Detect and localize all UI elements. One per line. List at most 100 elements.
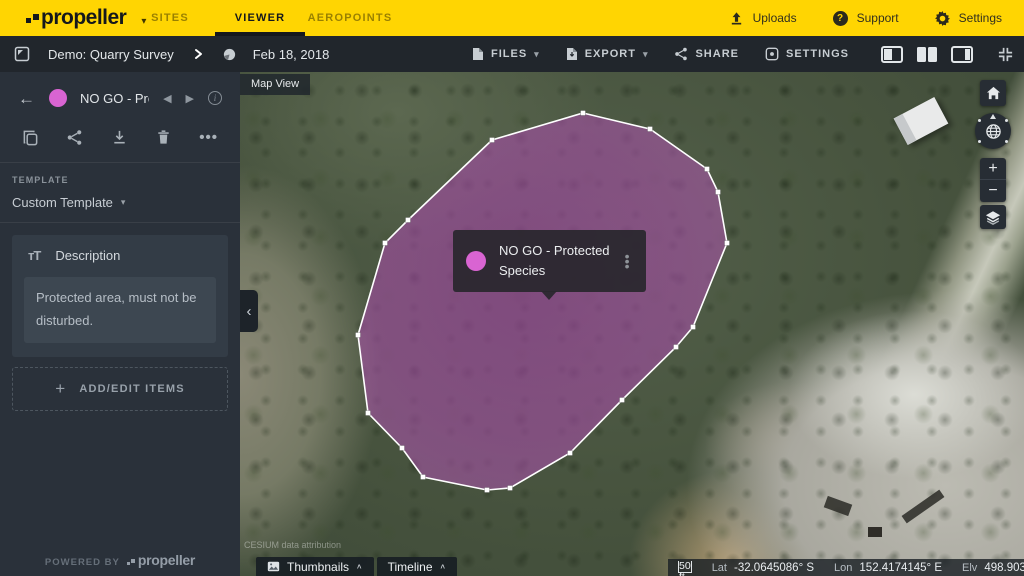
map-canvas[interactable]: Map View ‹ NO GO - Protected Species •••… bbox=[240, 72, 1024, 576]
settings-button[interactable]: Settings bbox=[935, 11, 1002, 26]
aerial-machinery bbox=[902, 490, 945, 524]
gear-icon bbox=[935, 11, 950, 26]
home-icon bbox=[986, 86, 1001, 100]
chevron-down-icon: ▾ bbox=[643, 49, 649, 60]
layout-split-icon[interactable] bbox=[916, 46, 938, 63]
map-controls: + − bbox=[976, 80, 1010, 229]
text-field-icon: тT bbox=[28, 248, 40, 263]
elv-label: Elv bbox=[962, 562, 977, 574]
lat-label: Lat bbox=[712, 562, 727, 574]
plus-icon: + bbox=[55, 379, 66, 399]
viewer-settings-label: SETTINGS bbox=[786, 48, 849, 60]
north-indicator bbox=[990, 114, 996, 119]
download-icon[interactable] bbox=[111, 129, 128, 146]
thumbnails-tab[interactable]: Thumbnails ∧ bbox=[256, 557, 374, 576]
map-view-tag: Map View bbox=[240, 74, 310, 95]
export-label: EXPORT bbox=[585, 48, 636, 60]
powered-by-brand: propeller bbox=[138, 552, 195, 568]
chevron-down-icon: ▾ bbox=[534, 49, 540, 60]
uploads-button[interactable]: Uploads bbox=[729, 11, 797, 26]
support-button[interactable]: ? Support bbox=[833, 11, 899, 26]
timeline-tab[interactable]: Timeline ∧ bbox=[377, 557, 458, 576]
export-button[interactable]: EXPORT ▾ bbox=[566, 47, 649, 61]
propeller-logo-icon bbox=[127, 556, 136, 565]
zoom-out-button[interactable]: − bbox=[980, 180, 1006, 202]
file-icon bbox=[472, 47, 484, 61]
files-button[interactable]: FILES ▾ bbox=[472, 47, 540, 61]
template-section: TEMPLATE Custom Template ▾ bbox=[0, 163, 240, 222]
tab-viewer[interactable]: VIEWER bbox=[215, 0, 305, 36]
share-icon[interactable] bbox=[66, 129, 83, 146]
info-icon[interactable]: i bbox=[208, 91, 222, 105]
dataset-date[interactable]: Feb 18, 2018 bbox=[253, 47, 330, 62]
zoom-in-button[interactable]: + bbox=[980, 158, 1006, 180]
support-label: Support bbox=[857, 11, 899, 25]
powered-by-label: POWERED BY bbox=[45, 557, 120, 568]
add-edit-items-button[interactable]: + ADD/EDIT ITEMS bbox=[12, 367, 228, 411]
more-options-icon[interactable]: ••• bbox=[199, 129, 218, 146]
sidebar-collapse-handle[interactable]: ‹ bbox=[240, 290, 258, 332]
home-view-button[interactable] bbox=[980, 80, 1006, 106]
layers-icon bbox=[985, 210, 1001, 225]
kebab-menu-icon[interactable]: ••• bbox=[620, 254, 634, 269]
image-icon bbox=[267, 561, 280, 572]
back-arrow-icon[interactable]: ← bbox=[18, 90, 35, 107]
lon-label: Lon bbox=[834, 562, 852, 574]
propeller-logo-text: propeller bbox=[41, 6, 126, 30]
elv-value: 498.903 ft bbox=[984, 562, 1024, 574]
chevron-up-icon: ∧ bbox=[356, 562, 363, 571]
chevron-right-icon bbox=[192, 47, 204, 61]
duplicate-icon[interactable] bbox=[22, 129, 39, 146]
coordinates-statusbar: 50 ft Lat -32.0645086° S Lon 152.4174145… bbox=[668, 559, 1024, 576]
uploads-label: Uploads bbox=[753, 11, 797, 25]
share-button[interactable]: SHARE bbox=[674, 47, 739, 61]
zoom-controls: + − bbox=[980, 158, 1006, 202]
site-name[interactable]: Demo: Quarry Survey bbox=[48, 47, 174, 62]
globe-icon bbox=[985, 123, 1002, 140]
template-dropdown[interactable]: Custom Template ▾ bbox=[12, 195, 228, 210]
tab-aeropoints[interactable]: AEROPOINTS bbox=[305, 0, 395, 36]
top-tabs: SITES VIEWER AEROPOINTS bbox=[125, 0, 395, 36]
thumbnails-label: Thumbnails bbox=[287, 560, 349, 574]
top-actions: Uploads ? Support Settings bbox=[729, 11, 1002, 26]
bottom-panel-tabs: Thumbnails ∧ Timeline ∧ bbox=[256, 557, 457, 576]
viewer-settings-button[interactable]: SETTINGS bbox=[765, 47, 849, 61]
next-annotation-icon[interactable]: ▶ bbox=[186, 92, 194, 105]
scale-label: 50 ft bbox=[679, 561, 691, 572]
trash-icon[interactable] bbox=[155, 129, 172, 146]
files-label: FILES bbox=[491, 48, 527, 60]
viewer-actions: FILES ▾ EXPORT ▾ SHARE SETTINGS bbox=[472, 46, 1014, 63]
layout-left-panel-icon[interactable] bbox=[881, 46, 903, 63]
annotation-tooltip-title: NO GO - Protected Species bbox=[499, 241, 620, 281]
settings-label: Settings bbox=[959, 11, 1002, 25]
longitude-readout: Lon 152.4174145° E bbox=[834, 562, 942, 574]
top-navigation-bar: propeller ▾ SITES VIEWER AEROPOINTS Uplo… bbox=[0, 0, 1024, 36]
description-panel: тT Description Protected area, must not … bbox=[12, 235, 228, 357]
layout-right-panel-icon[interactable] bbox=[951, 46, 973, 63]
survey-dataset-icon bbox=[222, 47, 237, 62]
upload-icon bbox=[729, 11, 744, 26]
description-label: Description bbox=[55, 248, 120, 263]
propeller-logo-icon bbox=[26, 11, 39, 24]
share-label: SHARE bbox=[695, 48, 739, 60]
dataset-breadcrumb: Demo: Quarry Survey Feb 18, 2018 bbox=[14, 46, 329, 62]
lat-value: -32.0645086° S bbox=[734, 562, 814, 574]
annotation-tooltip[interactable]: NO GO - Protected Species ••• bbox=[453, 230, 646, 292]
previous-annotation-icon[interactable]: ◀ bbox=[163, 92, 171, 105]
map-attribution[interactable]: CESIUM data attribution bbox=[244, 540, 341, 550]
divider bbox=[0, 222, 240, 223]
nogo-polygon[interactable] bbox=[358, 113, 727, 490]
timeline-label: Timeline bbox=[388, 560, 433, 574]
collapse-map-icon[interactable] bbox=[14, 46, 30, 62]
compass-button[interactable] bbox=[975, 113, 1011, 149]
template-section-label: TEMPLATE bbox=[12, 175, 228, 185]
annotation-color-dot[interactable] bbox=[49, 89, 67, 107]
annotation-sidebar: ← NO GO - Prote... ◀ ▶ i ••• TEMPLATE bbox=[0, 72, 240, 576]
exit-fullscreen-icon[interactable] bbox=[997, 46, 1014, 63]
propeller-viewer-app: propeller ▾ SITES VIEWER AEROPOINTS Uplo… bbox=[0, 0, 1024, 576]
layers-button[interactable] bbox=[980, 205, 1006, 229]
tab-sites[interactable]: SITES bbox=[125, 0, 215, 36]
annotation-header: ← NO GO - Prote... ◀ ▶ i bbox=[0, 72, 240, 121]
share-icon bbox=[674, 47, 688, 61]
description-text-field[interactable]: Protected area, must not be disturbed. bbox=[24, 277, 216, 343]
